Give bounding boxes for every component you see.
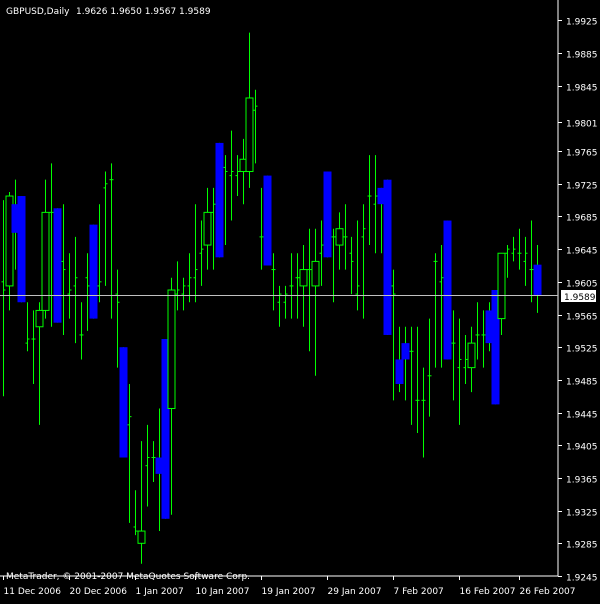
candle-body-bull (137, 530, 146, 544)
price-tick-label: 1.9765 (566, 149, 598, 159)
price-tick-label: 1.9325 (566, 509, 598, 519)
time-tick-label: 29 Jan 2007 (328, 587, 382, 597)
candle-body-bear (53, 208, 62, 323)
candle-body-bear (119, 347, 128, 458)
candle (323, 171, 332, 258)
candle-body-bull (203, 211, 212, 246)
current-price-label: 1.9589 (561, 290, 596, 303)
time-tick-label: 7 Feb 2007 (394, 587, 444, 597)
candle (89, 224, 98, 319)
candle (263, 175, 272, 266)
candle-body-bear (401, 343, 410, 360)
price-tick-label: 1.9485 (566, 378, 598, 388)
candle-body-bear (215, 142, 224, 258)
candle-body-bull (497, 252, 506, 320)
candle-body-bull (311, 260, 320, 287)
price-tick-label: 1.9445 (566, 411, 598, 421)
candle-body-bear (263, 175, 272, 266)
candle-body-bull (35, 309, 44, 328)
price-tick-label: 1.9365 (566, 476, 598, 486)
price-tick-label: 1.9565 (566, 313, 598, 323)
chart-window[interactable]: 1.9925 1.9885 1.9845 1.9801 1.9765 1.9725 1.96… (0, 0, 600, 600)
candle (53, 208, 62, 323)
time-tick-label: 11 Dec 2006 (4, 587, 62, 597)
copyright-label: MetaTrader, © 2001-2007 MetaQuotes Softw… (6, 572, 250, 582)
candle-body-bear (323, 171, 332, 258)
price-tick-label: 1.9285 (566, 541, 598, 551)
price-tick-label: 1.9645 (566, 247, 598, 257)
candle-body-bull (335, 228, 344, 246)
candle-body-bear (443, 220, 452, 360)
candle (119, 347, 128, 458)
candle-body-bull (467, 342, 476, 369)
candle (383, 179, 392, 335)
candle-body-bull (167, 289, 176, 409)
time-tick-label: 19 Jan 2007 (262, 587, 316, 597)
candle-body-bear (17, 196, 26, 303)
symbol-label: GBPUSD,Daily (6, 7, 70, 17)
candle-body-bear (533, 264, 542, 295)
candle (443, 220, 452, 360)
time-tick-label: 16 Feb 2007 (460, 587, 516, 597)
time-tick-label: 26 Feb 2007 (520, 587, 576, 597)
price-tick-label: 1.9925 (566, 18, 598, 28)
candle-body-bull (245, 97, 254, 173)
candle-body-bull (299, 269, 308, 287)
candle-body-bear (89, 224, 98, 319)
price-chart[interactable]: 1.9925 1.9885 1.9845 1.9801 1.9765 1.9725 1.96… (0, 0, 600, 600)
price-tick-label: 1.9245 (566, 574, 598, 584)
price-tick-label: 1.9725 (566, 182, 598, 192)
price-tick-label: 1.9525 (566, 345, 598, 355)
candle (17, 196, 26, 303)
candle-body-bear (383, 179, 392, 335)
time-tick-label: 20 Dec 2006 (70, 587, 128, 597)
ohlc-readout: 1.9626 1.9650 1.9567 1.9589 (76, 7, 211, 17)
candle-body-bear (395, 359, 404, 384)
price-tick-label: 1.9405 (566, 443, 598, 453)
price-tick-label: 1.9605 (566, 280, 598, 290)
price-tick-label: 1.9845 (566, 84, 598, 94)
current-price-value: 1.9589 (564, 293, 596, 303)
time-tick-label: 10 Jan 2007 (196, 587, 250, 597)
price-tick-label: 1.9885 (566, 51, 598, 61)
price-tick-label: 1.9685 (566, 214, 598, 224)
price-tick-label: 1.9801 (566, 120, 598, 130)
time-tick-label: 1 Jan 2007 (136, 587, 184, 597)
candle (215, 142, 224, 258)
